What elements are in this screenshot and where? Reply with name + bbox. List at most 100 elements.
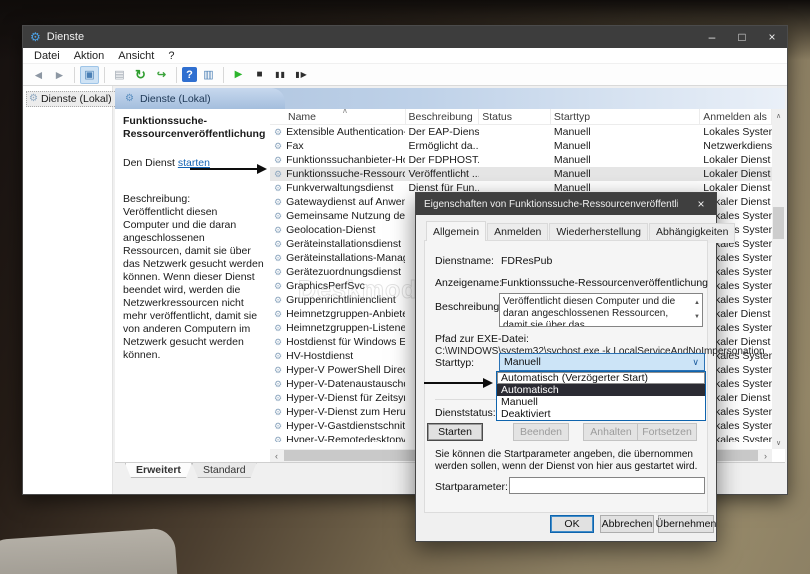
service-icon: ⚙ <box>274 240 282 249</box>
dialog-tab-allgemein[interactable]: Allgemein <box>426 221 486 241</box>
service-row[interactable]: ⚙Extensible Authentication-P...Der EAP-D… <box>270 125 772 139</box>
service-cell: Lokaler Dienst <box>700 154 772 166</box>
service-cell: Der EAP-Diens... <box>405 126 479 138</box>
forward-icon[interactable]: ► <box>50 66 69 84</box>
vertical-scroll-thumb[interactable] <box>773 207 784 239</box>
startparameter-label: Startparameter: <box>435 481 508 493</box>
dropdown-option-automatisch[interactable]: Automatisch <box>497 384 705 396</box>
service-icon: ⚙ <box>274 226 282 235</box>
service-description-panel: Funktionssuche-Ressourcenveröffentlichun… <box>115 109 270 462</box>
service-name: Funktionssuche-Ressource... <box>286 168 405 180</box>
dropdown-option-automatisch-verz-gerter-start[interactable]: Automatisch (Verzögerter Start) <box>497 372 705 384</box>
menu-hilfe[interactable]: ? <box>161 50 181 62</box>
starten-button[interactable]: Starten <box>427 423 483 441</box>
beenden-button: Beenden <box>513 423 569 441</box>
anzeigename-value: Funktionssuche-Ressourcenveröffentlichun… <box>501 277 708 289</box>
startparameter-hint: Sie können die Startparameter angeben, d… <box>435 449 701 473</box>
pfad-label: Pfad zur EXE-Datei: <box>435 333 529 345</box>
dropdown-option-manuell[interactable]: Manuell <box>497 396 705 408</box>
sort-ascending-icon: ∧ <box>342 109 348 115</box>
pause-service-icon[interactable]: ▮▮ <box>271 66 290 84</box>
service-icon: ⚙ <box>274 268 282 277</box>
services-app-icon: ⚙ <box>30 31 41 43</box>
service-name-cell: ⚙Hyper-V-Datenaustauschdi... <box>270 378 405 390</box>
tree-item-dienste-lokal[interactable]: ⚙ Dienste (Lokal) <box>26 91 117 107</box>
service-name-cell: ⚙Gruppenrichtlinienclient <box>270 294 405 306</box>
column-header-name[interactable]: Name∧ <box>270 109 406 124</box>
dienstname-label: Dienstname: <box>435 255 494 267</box>
textarea-scroll-up-icon[interactable]: ▲ <box>694 297 700 309</box>
service-icon: ⚙ <box>274 380 282 389</box>
dialog-footer: OK AbbrechenÜbernehmen <box>416 515 716 533</box>
scroll-up-icon[interactable]: ∧ <box>772 109 785 122</box>
ok-button[interactable]: OK <box>550 515 594 533</box>
column-label: Status <box>482 111 512 123</box>
column-label: Beschreibung <box>409 111 473 123</box>
service-name-cell: ⚙Gatewaydienst auf Anwend... <box>270 196 405 208</box>
help-icon[interactable]: ? <box>182 67 197 82</box>
service-cell: Netzwerkdienst <box>700 140 772 152</box>
service-cell: Lokales System <box>700 126 772 138</box>
service-name: Geolocation-Dienst <box>286 224 375 236</box>
window-titlebar: ⚙ Dienste – □ × <box>23 26 787 48</box>
minimize-button[interactable]: – <box>697 26 727 48</box>
maximize-button[interactable]: □ <box>727 26 757 48</box>
start-service-icon[interactable]: ▶ <box>229 66 248 84</box>
view-tab-standard[interactable]: Standard <box>192 463 257 478</box>
dropdown-option-deaktiviert[interactable]: Deaktiviert <box>497 408 705 420</box>
show-console-window-icon[interactable]: ▣ <box>80 66 99 84</box>
menu-bar: DateiAktionAnsicht? <box>23 48 787 64</box>
description-text: Veröffentlicht diesen Computer und die d… <box>123 206 264 361</box>
close-button[interactable]: × <box>757 26 787 48</box>
toolbar-separator <box>104 67 105 83</box>
service-row[interactable]: ⚙Funktionssuchanbieter-HostDer FDPHOST..… <box>270 153 772 167</box>
service-name: Hyper-V-Remotedesktopvir... <box>286 434 405 442</box>
service-icon: ⚙ <box>274 282 282 291</box>
menu-datei[interactable]: Datei <box>27 50 67 62</box>
tab-dienste-lokal[interactable]: ⚙ Dienste (Lokal) <box>115 88 285 109</box>
action-prefix: Den Dienst <box>123 157 178 169</box>
service-name: Hyper-V-Dienst zum Herun... <box>286 406 405 418</box>
abbrechen-button[interactable]: Abbrechen <box>600 515 654 533</box>
starttyp-combobox[interactable]: Manuell ∨ <box>499 353 705 371</box>
chevron-down-icon: ∨ <box>692 357 699 368</box>
dialog-close-button[interactable]: × <box>686 193 716 215</box>
scroll-down-icon[interactable]: ∨ <box>772 436 785 449</box>
fortsetzen-button: Fortsetzen <box>637 423 697 441</box>
startparameter-input[interactable] <box>509 477 705 494</box>
scroll-right-icon[interactable]: › <box>759 449 772 462</box>
column-header-anmelden-als[interactable]: Anmelden als <box>700 109 772 124</box>
bernehmen-button[interactable]: Übernehmen <box>658 515 714 533</box>
scroll-left-icon[interactable]: ‹ <box>270 449 283 462</box>
service-icon: ⚙ <box>274 198 282 207</box>
service-row[interactable]: ⚙Funktionssuche-Ressource...Veröffentlic… <box>270 167 772 181</box>
service-row[interactable]: ⚙FaxErmöglicht da...ManuellNetzwerkdiens… <box>270 139 772 153</box>
service-name-cell: ⚙Gerätezuordnungsdienst <box>270 266 405 278</box>
service-name-cell: ⚙Hyper-V-Dienst für Zeitsync... <box>270 392 405 404</box>
refresh-icon[interactable]: ↻ <box>131 66 150 84</box>
menu-aktion[interactable]: Aktion <box>67 50 112 62</box>
column-header-beschreibung[interactable]: Beschreibung <box>406 109 480 124</box>
service-name: Geräteinstallations-Manager <box>286 252 405 264</box>
service-name: Gemeinsame Nutzung der I... <box>286 210 405 222</box>
vertical-scrollbar[interactable]: ∧ ∨ <box>772 109 785 449</box>
service-name-cell: ⚙Fax <box>270 140 405 152</box>
service-name: HV-Hostdienst <box>286 350 353 362</box>
service-name: Geräteinstallationsdienst <box>286 238 401 250</box>
service-name-cell: ⚙Funktionssuche-Ressource... <box>270 168 405 180</box>
stop-service-icon[interactable]: ■ <box>250 66 269 84</box>
service-cell: Manuell <box>551 168 700 180</box>
column-header-status[interactable]: Status <box>479 109 551 124</box>
column-header-starttyp[interactable]: Starttyp <box>551 109 700 124</box>
service-icon: ⚙ <box>274 156 282 165</box>
textarea-scroll-down-icon[interactable]: ▼ <box>694 311 700 323</box>
panel-tab-label: Dienste (Lokal) <box>140 93 211 105</box>
restart-service-icon[interactable]: ▮▶ <box>292 66 311 84</box>
show-description-icon[interactable]: ▥ <box>199 66 218 84</box>
menu-ansicht[interactable]: Ansicht <box>111 50 161 62</box>
back-icon[interactable]: ◄ <box>29 66 48 84</box>
view-tab-erweitert[interactable]: Erweitert <box>125 463 192 478</box>
beschreibung-textarea[interactable]: Veröffentlicht diesen Computer und die d… <box>499 293 703 327</box>
export-list-icon[interactable]: ↪ <box>152 66 171 84</box>
properties-icon[interactable]: ▤ <box>110 66 129 84</box>
